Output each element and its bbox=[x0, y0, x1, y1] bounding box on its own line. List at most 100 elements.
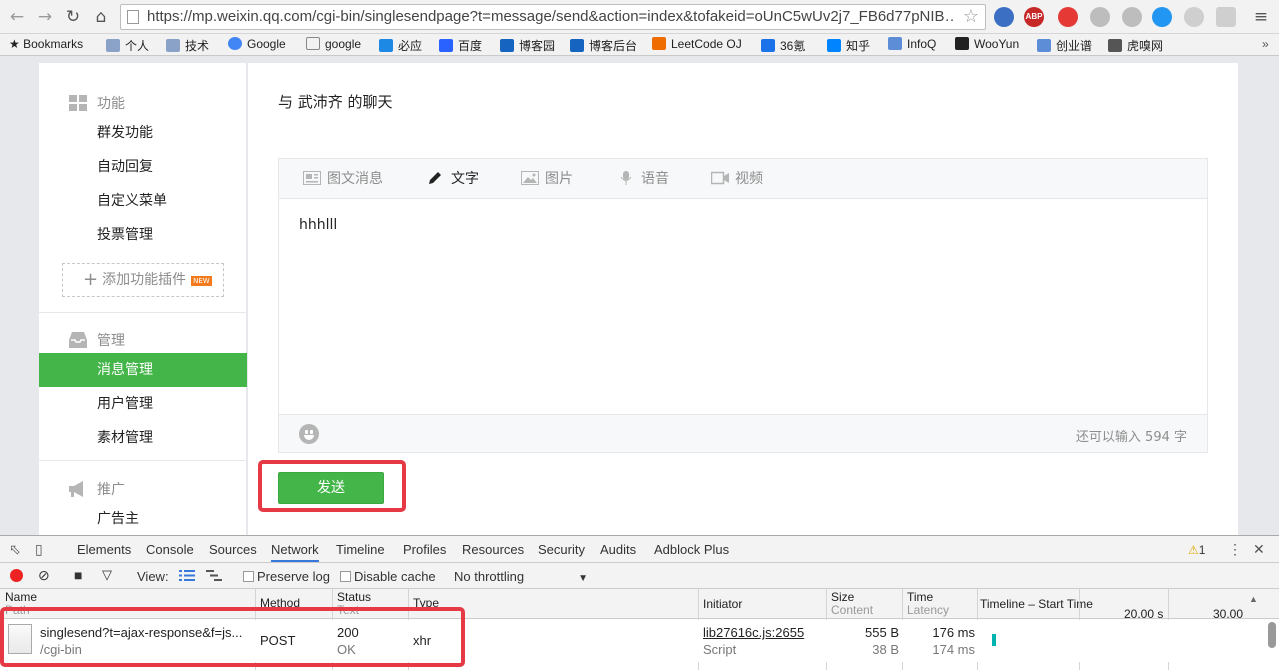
extension-icon[interactable] bbox=[1184, 7, 1204, 27]
checkbox[interactable] bbox=[243, 571, 254, 582]
column-header-timeline[interactable]: Timeline – Start Time bbox=[980, 598, 1093, 611]
tab-text[interactable]: 文字 bbox=[427, 159, 479, 199]
add-plugin-button[interactable]: + 添加功能插件 NEW bbox=[62, 263, 224, 297]
huxiu-icon bbox=[1108, 39, 1122, 52]
tab-security[interactable]: Security bbox=[538, 542, 585, 557]
cnblogs-icon bbox=[570, 39, 584, 52]
record-icon[interactable] bbox=[10, 569, 23, 582]
page-title: 与 武沛齐 的聊天 bbox=[278, 93, 393, 111]
sidebar-divider bbox=[39, 312, 247, 313]
tab-network[interactable]: Network bbox=[271, 542, 319, 562]
tab-console[interactable]: Console bbox=[146, 542, 194, 557]
microphone-icon bbox=[620, 171, 632, 185]
bookmark-item[interactable]: 36氪 bbox=[761, 37, 805, 54]
tab-image[interactable]: 图片 bbox=[521, 159, 573, 199]
extension-icon[interactable] bbox=[1090, 7, 1110, 27]
menu-icon[interactable]: ≡ bbox=[1250, 6, 1272, 28]
column-header-size[interactable]: Size Content bbox=[831, 591, 873, 617]
checkbox[interactable] bbox=[340, 571, 351, 582]
home-icon[interactable]: ⌂ bbox=[90, 6, 112, 28]
more-options-icon[interactable]: ⋮ bbox=[1228, 541, 1242, 558]
inbox-icon bbox=[69, 332, 87, 348]
bookmark-item[interactable]: Google bbox=[228, 37, 286, 51]
sidebar-item-vote-management[interactable]: 投票管理 bbox=[39, 218, 247, 252]
emoji-icon[interactable] bbox=[299, 424, 319, 444]
tab-adblock-plus[interactable]: Adblock Plus bbox=[654, 542, 729, 557]
shield-icon[interactable] bbox=[1216, 7, 1236, 27]
bookmark-item[interactable]: 百度 bbox=[439, 37, 482, 54]
list-view-icon[interactable] bbox=[179, 569, 195, 582]
sidebar-item-auto-reply[interactable]: 自动回复 bbox=[39, 150, 247, 184]
url-text[interactable]: https://mp.weixin.qq.com/cgi-bin/singles… bbox=[147, 8, 955, 25]
globe-icon[interactable] bbox=[1152, 7, 1172, 27]
sidebar-item-user-management[interactable]: 用户管理 bbox=[39, 387, 247, 421]
extension-icon[interactable] bbox=[1058, 7, 1078, 27]
message-input[interactable]: hhhlll bbox=[299, 217, 337, 233]
bookmark-item[interactable]: 博客园 bbox=[500, 37, 555, 54]
tab-news[interactable]: 图文消息 bbox=[303, 159, 383, 199]
tab-elements[interactable]: Elements bbox=[77, 542, 131, 557]
bookmark-item[interactable]: 知乎 bbox=[827, 37, 870, 54]
tab-video[interactable]: 视频 bbox=[711, 159, 763, 199]
tab-audits[interactable]: Audits bbox=[600, 542, 636, 557]
waterfall-view-icon[interactable] bbox=[206, 569, 222, 582]
bookmark-item[interactable]: ★ Bookmarks bbox=[9, 37, 83, 51]
message-type-tabs: 图文消息 文字 图片 语音 视频 bbox=[279, 159, 1207, 199]
sidebar: 功能 群发功能 自动回复 自定义菜单 投票管理 + 添加功能插件 NEW 管理 消息… bbox=[39, 63, 247, 535]
adblock-icon[interactable]: ABP bbox=[1024, 7, 1044, 27]
tab-resources[interactable]: Resources bbox=[462, 542, 524, 557]
forward-icon[interactable]: → bbox=[34, 6, 56, 28]
disable-cache-checkbox[interactable]: Disable cache bbox=[340, 569, 436, 584]
highlight-box bbox=[258, 460, 406, 512]
tab-voice[interactable]: 语音 bbox=[617, 159, 669, 199]
extension-icon[interactable] bbox=[1122, 7, 1142, 27]
preserve-log-checkbox[interactable]: Preserve log bbox=[243, 569, 330, 584]
tab-timeline[interactable]: Timeline bbox=[336, 542, 385, 557]
address-bar[interactable]: https://mp.weixin.qq.com/cgi-bin/singles… bbox=[120, 4, 986, 30]
request-initiator[interactable]: lib27616c.js:2655 Script bbox=[703, 624, 804, 658]
megaphone-icon bbox=[69, 481, 83, 497]
bookmark-item[interactable]: 必应 bbox=[379, 37, 422, 54]
sidebar-item-advertiser[interactable]: 广告主 bbox=[39, 502, 247, 535]
camera-icon[interactable]: ■ bbox=[74, 567, 82, 583]
editor-footer: 还可以输入 594 字 bbox=[279, 414, 1207, 452]
bookmark-item[interactable]: 技术 bbox=[166, 37, 209, 54]
reload-icon[interactable]: ↻ bbox=[62, 6, 84, 28]
sidebar-section-label: 管理 bbox=[97, 333, 125, 349]
back-icon[interactable]: ← bbox=[6, 6, 28, 28]
filter-icon[interactable]: ▽ bbox=[102, 567, 112, 583]
bookmark-item[interactable]: 虎嗅网 bbox=[1108, 37, 1163, 54]
close-icon[interactable]: ✕ bbox=[1253, 541, 1265, 558]
bookmark-item[interactable]: 创业谱 bbox=[1037, 37, 1092, 54]
sidebar-divider bbox=[39, 460, 247, 461]
device-mode-icon[interactable]: ▯ bbox=[35, 541, 43, 558]
sidebar-item-material-management[interactable]: 素材管理 bbox=[39, 421, 247, 455]
scrollbar[interactable] bbox=[1268, 622, 1276, 648]
tab-sources[interactable]: Sources bbox=[209, 542, 257, 557]
wooyun-icon bbox=[955, 37, 969, 50]
extension-icon[interactable] bbox=[994, 7, 1014, 27]
warning-icon[interactable]: ⚠1 bbox=[1188, 543, 1205, 557]
bookmark-item[interactable]: WooYun bbox=[955, 37, 1019, 51]
bookmark-item[interactable]: InfoQ bbox=[888, 37, 936, 51]
column-header-time[interactable]: Time Latency bbox=[907, 591, 949, 617]
bookmark-item[interactable]: LeetCode OJ bbox=[652, 37, 742, 51]
tab-profiles[interactable]: Profiles bbox=[403, 542, 446, 557]
clear-icon[interactable]: ⊘ bbox=[38, 567, 50, 584]
bookmark-item[interactable]: google bbox=[306, 37, 361, 51]
sidebar-item-custom-menu[interactable]: 自定义菜单 bbox=[39, 184, 247, 218]
throttling-select[interactable]: No throttling ▼ bbox=[454, 569, 588, 584]
pencil-icon bbox=[429, 172, 441, 184]
sort-arrow-icon[interactable]: ▲ bbox=[1249, 593, 1258, 606]
bookmark-item[interactable]: 博客后台 bbox=[570, 37, 637, 54]
bookmark-star-icon[interactable]: ☆ bbox=[963, 6, 979, 27]
request-size: 555 B 38 B bbox=[865, 625, 899, 657]
sidebar-item-message-management[interactable]: 消息管理 bbox=[39, 353, 247, 387]
inspect-icon[interactable]: ⬁ bbox=[9, 541, 21, 558]
baidu-icon bbox=[439, 39, 453, 52]
column-header-initiator[interactable]: Initiator bbox=[703, 598, 742, 611]
network-toolbar: ⊘ ■ ▽ View: Preserve log Disable cache N… bbox=[0, 563, 1279, 589]
bookmark-item[interactable]: 个人 bbox=[106, 37, 149, 54]
sidebar-item-mass-send[interactable]: 群发功能 bbox=[39, 116, 247, 150]
more-bookmarks-icon[interactable]: » bbox=[1262, 37, 1269, 51]
